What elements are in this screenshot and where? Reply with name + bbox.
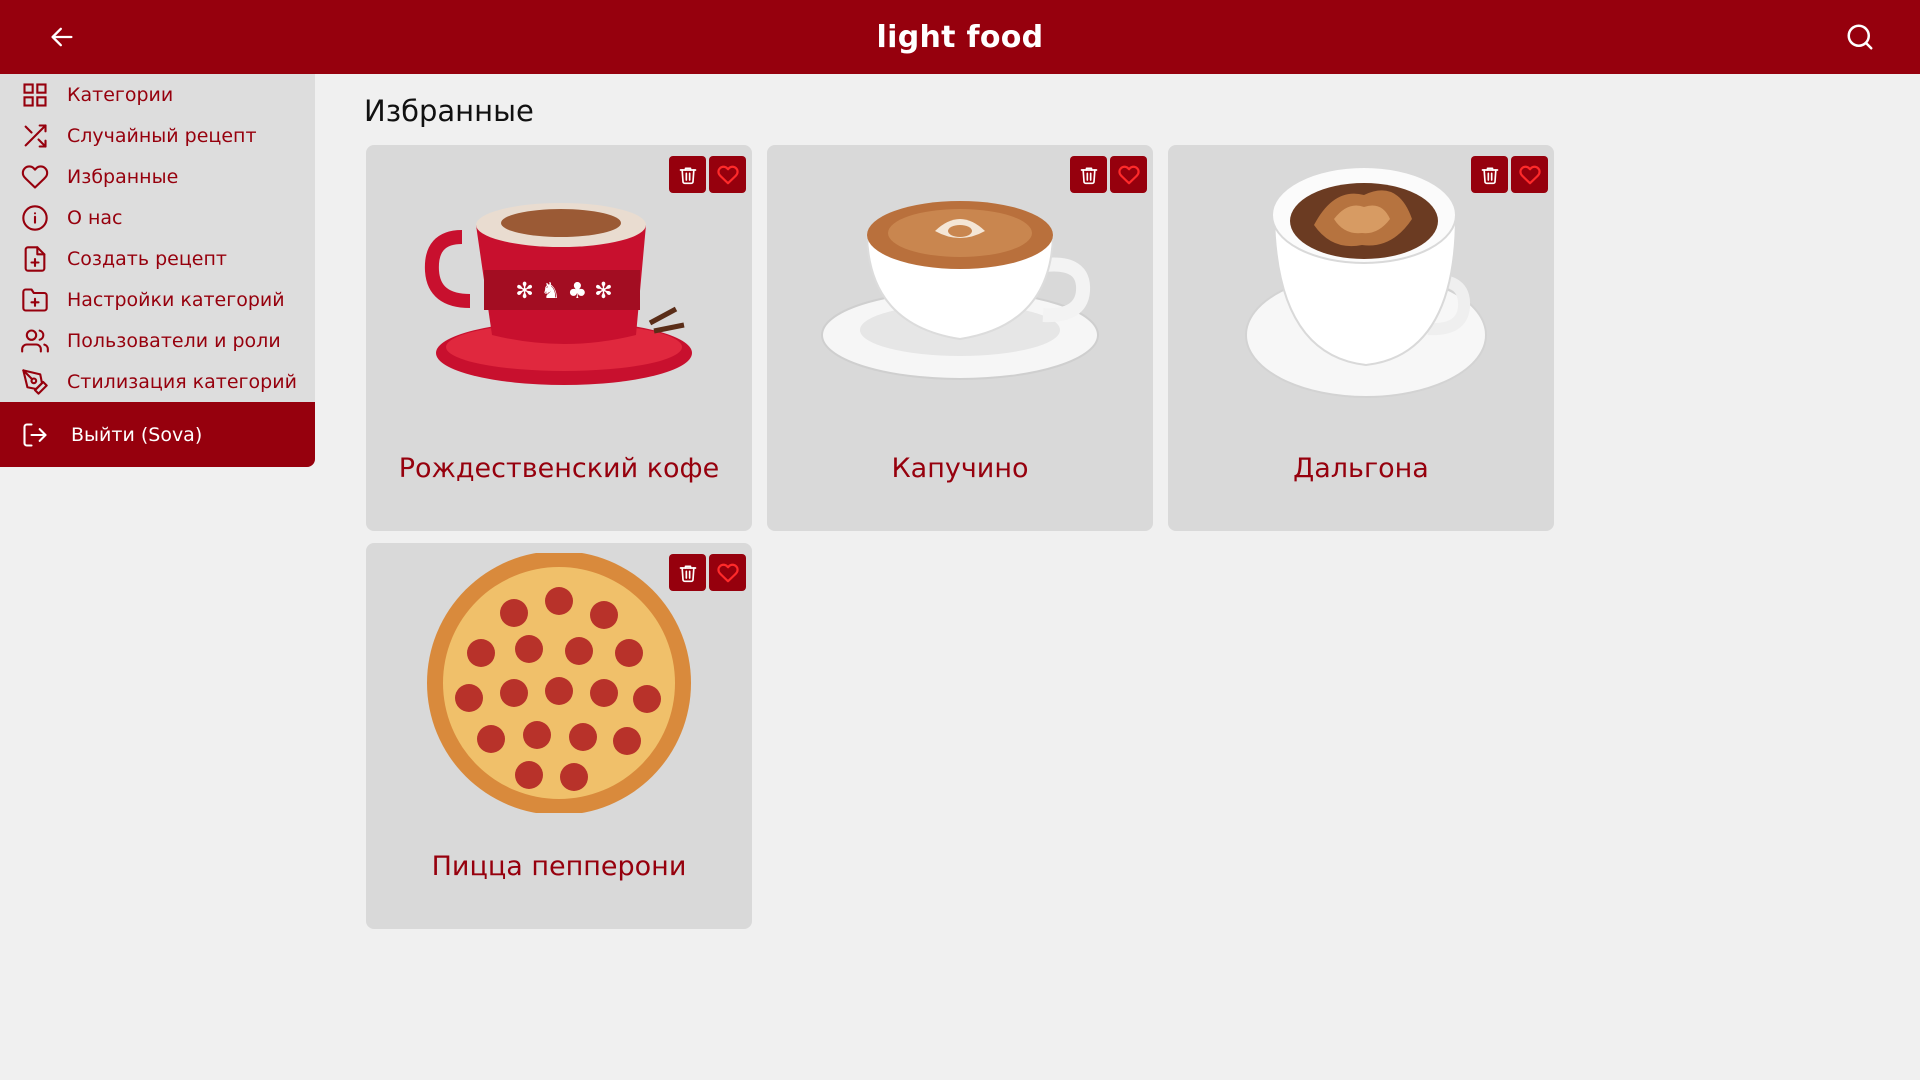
sidebar-item-categories[interactable]: Категории — [0, 74, 315, 115]
sidebar-item-label: Случайный рецепт — [67, 124, 257, 147]
sidebar-item-label: Стилизация категорий — [67, 370, 297, 393]
recipe-card[interactable]: Капучино — [767, 145, 1153, 531]
delete-button[interactable] — [669, 554, 706, 591]
app-title: light food — [876, 19, 1044, 55]
logout-button[interactable]: Выйти (Sova) — [0, 402, 315, 467]
folder-plus-icon — [20, 285, 50, 315]
info-icon — [20, 203, 50, 233]
favorite-button[interactable] — [709, 554, 746, 591]
arrow-left-icon — [51, 27, 73, 47]
svg-text:✻ ♞ ♣ ✻: ✻ ♞ ♣ ✻ — [515, 279, 612, 304]
delete-button[interactable] — [1471, 156, 1508, 193]
sidebar-item-label: Создать рецепт — [67, 247, 227, 270]
card-actions — [669, 554, 746, 591]
favorite-button[interactable] — [1110, 156, 1147, 193]
dalgona-image — [1168, 165, 1554, 405]
pepperoni-pizza-image — [366, 553, 752, 813]
sidebar-item-favorites[interactable]: Избранные — [0, 156, 315, 197]
recipe-name: Дальгона — [1293, 453, 1429, 484]
card-actions — [1471, 156, 1548, 193]
delete-button[interactable] — [669, 156, 706, 193]
top-bar: light food — [0, 0, 1920, 74]
favorite-button[interactable] — [1511, 156, 1548, 193]
favorite-button[interactable] — [709, 156, 746, 193]
sidebar-item-about[interactable]: О нас — [0, 197, 315, 238]
logout-label: Выйти (Sova) — [71, 423, 203, 446]
sidebar-item-label: О нас — [67, 206, 123, 229]
delete-button[interactable] — [1070, 156, 1107, 193]
sidebar-item-category-styling[interactable]: Стилизация категорий — [0, 361, 315, 402]
recipe-card[interactable]: ✻ ♞ ♣ ✻ Рождественский кофе — [366, 145, 752, 531]
logout-icon — [20, 420, 50, 450]
grid-icon — [20, 80, 50, 110]
heart-icon — [716, 563, 739, 582]
trash-icon — [679, 565, 696, 582]
trash-icon — [1481, 167, 1498, 184]
card-actions — [669, 156, 746, 193]
sidebar-item-category-settings[interactable]: Настройки категорий — [0, 279, 315, 320]
recipe-card[interactable]: Пицца пепперони — [366, 543, 752, 929]
heart-icon — [20, 162, 50, 192]
recipe-card[interactable]: Дальгона — [1168, 145, 1554, 531]
recipe-name: Капучино — [891, 453, 1029, 484]
heart-icon — [1518, 165, 1541, 184]
favorites-grid: ✻ ♞ ♣ ✻ Рождественский кофе Капучино Дал… — [366, 145, 1554, 929]
trash-icon — [679, 167, 696, 184]
sidebar-item-users-roles[interactable]: Пользователи и роли — [0, 320, 315, 361]
card-actions — [1070, 156, 1147, 193]
christmas-coffee-image: ✻ ♞ ♣ ✻ — [366, 165, 752, 405]
back-button[interactable] — [44, 19, 80, 55]
trash-icon — [1080, 167, 1097, 184]
search-button[interactable] — [1842, 19, 1878, 55]
sidebar-item-label: Избранные — [67, 165, 179, 188]
heart-icon — [1117, 165, 1140, 184]
search-icon — [1847, 24, 1873, 50]
pen-tool-icon — [20, 367, 50, 397]
heart-icon — [716, 165, 739, 184]
file-plus-icon — [20, 244, 50, 274]
sidebar-item-label: Категории — [67, 83, 174, 106]
shuffle-icon — [20, 121, 50, 151]
users-icon — [20, 326, 50, 356]
sidebar-item-random-recipe[interactable]: Случайный рецепт — [0, 115, 315, 156]
cappuccino-image — [767, 165, 1153, 405]
recipe-name: Пицца пепперони — [431, 851, 687, 882]
recipe-name: Рождественский кофе — [398, 453, 720, 484]
page-title: Избранные — [364, 94, 534, 128]
sidebar: Категории Случайный рецепт Избранные О н… — [0, 74, 315, 467]
sidebar-item-create-recipe[interactable]: Создать рецепт — [0, 238, 315, 279]
sidebar-item-label: Пользователи и роли — [67, 329, 281, 352]
sidebar-item-label: Настройки категорий — [67, 288, 285, 311]
